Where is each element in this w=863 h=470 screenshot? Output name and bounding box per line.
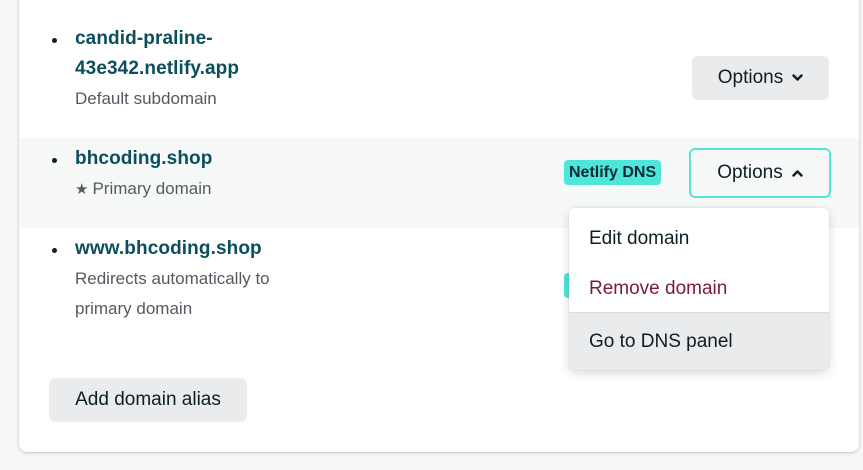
chevron-down-icon — [792, 73, 803, 85]
chevron-up-icon — [792, 168, 803, 180]
list-bullet — [52, 248, 57, 253]
list-bullet — [52, 158, 57, 163]
options-button-label: Options — [717, 67, 784, 88]
netlify-dns-badge: Netlify DNS — [564, 160, 662, 185]
options-button[interactable]: Options — [692, 56, 829, 100]
domain-name: www.bhcoding.shop — [75, 238, 262, 259]
domain-row-default-subdomain: candid-praline- 43e342.netlify.app Defau… — [19, 0, 859, 130]
domain-name: 43e342.netlify.app — [75, 58, 240, 79]
domain-subtitle: primary domain — [75, 299, 193, 318]
menu-item-remove-domain[interactable]: Remove domain — [569, 264, 829, 314]
domain-name: bhcoding.shop — [75, 148, 213, 169]
options-button[interactable]: Options — [689, 148, 831, 198]
domain-subtitle: Redirects automatically to — [75, 269, 270, 288]
menu-item-go-to-dns-panel[interactable]: Go to DNS panel — [569, 313, 829, 370]
domain-subtitle: ★ Primary domain — [75, 174, 212, 205]
domain-subtitle: Default subdomain — [75, 89, 217, 108]
domain-management-card: candid-praline- 43e342.netlify.app Defau… — [19, 0, 859, 452]
list-bullet — [52, 38, 57, 43]
primary-domain-label: Primary domain — [92, 179, 212, 198]
options-button-label: Options — [717, 162, 783, 183]
options-dropdown-menu: Edit domain Remove domain Go to DNS pane… — [569, 208, 829, 370]
domain-name: candid-praline- — [75, 28, 213, 49]
star-icon: ★ — [75, 181, 89, 198]
add-domain-alias-button[interactable]: Add domain alias — [49, 378, 247, 422]
menu-item-edit-domain[interactable]: Edit domain — [569, 214, 829, 264]
